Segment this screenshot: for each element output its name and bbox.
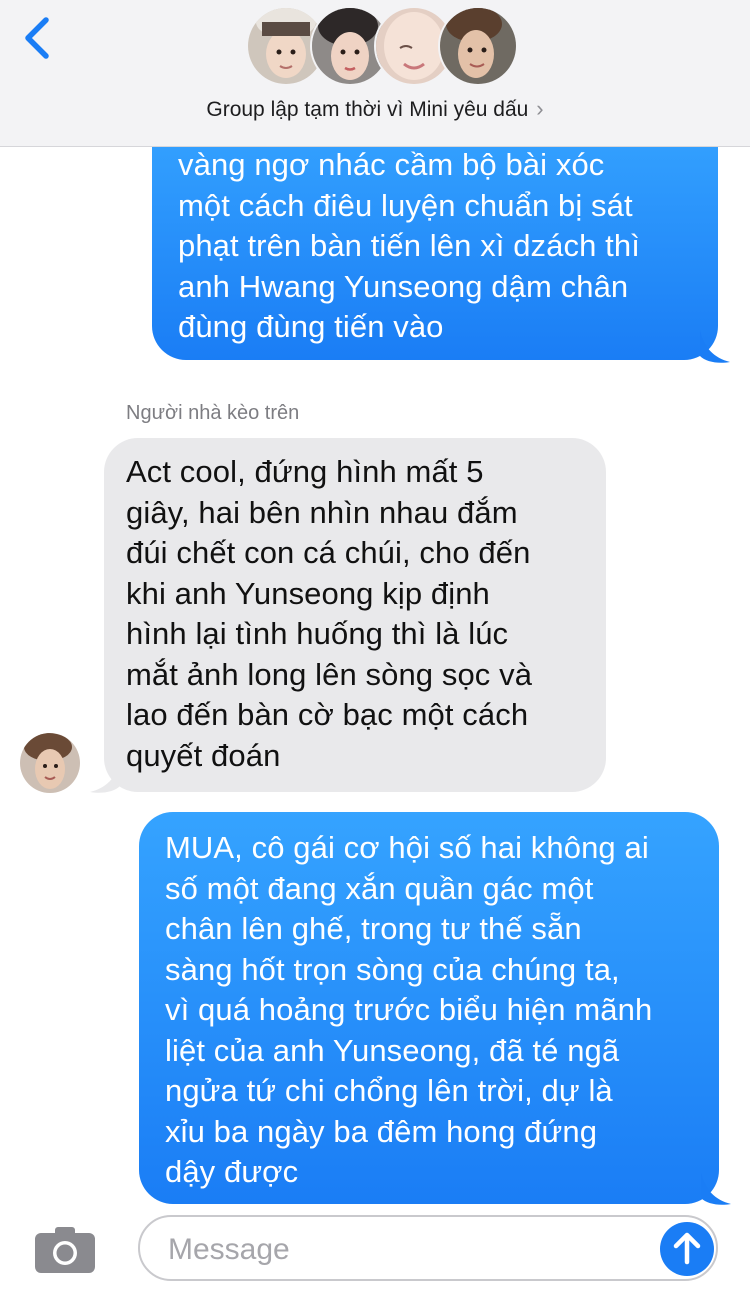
sender-avatar[interactable]	[20, 733, 80, 793]
message-line: đùng đùng tiến vào	[178, 309, 444, 344]
message-input[interactable]	[166, 1227, 640, 1273]
message-line: phạt trên bàn tiến lên xì dzách thì	[178, 228, 640, 263]
message-line: anh Hwang Yunseong dậm chân	[178, 268, 629, 304]
message-line: khi anh Yunseong kịp định	[126, 575, 490, 611]
chevron-left-icon	[25, 17, 49, 59]
message-line: hình lại tình huống thì là lúc	[126, 616, 509, 651]
message-bubble-sent[interactable]: MUA, cô gái cơ hội số hai không ai số mộ…	[139, 812, 719, 1204]
message-bubble-sent[interactable]: vàng ngơ nhác cầm bộ bài xóc một cách đi…	[152, 120, 718, 360]
avatar	[438, 6, 518, 86]
message-line: Act cool, đứng hình mất 5	[126, 454, 484, 489]
back-button[interactable]	[18, 14, 62, 64]
message-line: quyết đoán	[126, 737, 281, 773]
message-line: xỉu ba ngày ba đêm hong đứng	[165, 1113, 598, 1149]
message-line: số một đang xắn quần gác một	[165, 870, 594, 906]
message-line: sàng hốt trọn sòng của chúng ta,	[165, 951, 620, 987]
composer-bar	[0, 1207, 750, 1293]
message-line: giây, hai bên nhìn nhau đắm	[126, 494, 518, 530]
arrow-up-icon	[673, 1232, 701, 1265]
message-line: đúi chết con cá chúi, cho đến	[126, 535, 531, 570]
sender-name: Người nhà kèo trên	[126, 402, 300, 424]
group-title-text: Group lập tạm thời vì Mini yêu dấu	[206, 98, 529, 121]
message-line: MUA, cô gái cơ hội số hai không ai	[165, 830, 649, 865]
bubble-tail	[701, 1172, 731, 1205]
message-line: mắt ảnh long lên sòng sọc và	[126, 656, 533, 692]
camera-button[interactable]	[33, 1225, 97, 1275]
camera-icon	[35, 1227, 95, 1273]
message-line: vàng ngơ nhác cầm bộ bài xóc	[178, 147, 605, 182]
chevron-right-icon: ›	[536, 96, 544, 121]
message-line: lao đến bàn cờ bạc một cách	[126, 697, 529, 732]
message-line: ngửa tứ chi chổng lên trời, dự là	[165, 1073, 613, 1108]
message-line: dậy được	[165, 1154, 299, 1189]
message-line: chân lên ghế, trong tư thế sẵn	[165, 911, 582, 946]
conversation-header: Group lập tạm thời vì Mini yêu dấu ›	[0, 0, 750, 147]
send-button[interactable]	[660, 1222, 714, 1276]
group-avatars[interactable]	[246, 6, 518, 88]
message-line: vì quá hoảng trước biểu hiện mãnh	[165, 992, 653, 1027]
message-line: liệt của anh Yunseong, đã té ngã	[165, 1032, 620, 1068]
bubble-tail	[90, 762, 120, 793]
message-input-field[interactable]	[138, 1215, 718, 1281]
bubble-tail	[700, 330, 730, 363]
message-bubble-received[interactable]: Act cool, đứng hình mất 5 giây, hai bên …	[104, 438, 606, 792]
message-line: một cách điêu luyện chuẩn bị sát	[178, 187, 633, 223]
group-title[interactable]: Group lập tạm thời vì Mini yêu dấu ›	[0, 96, 750, 122]
